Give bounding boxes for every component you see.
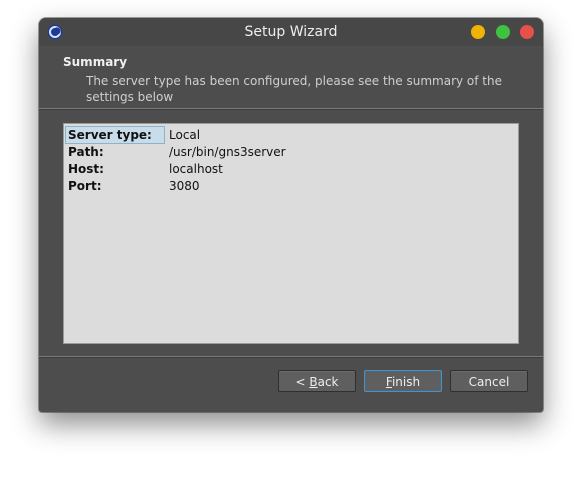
summary-value: 3080	[169, 179, 200, 193]
summary-value: localhost	[169, 162, 223, 176]
page-title: Summary	[63, 55, 128, 69]
back-mnemonic: B	[309, 375, 318, 389]
cancel-button[interactable]: Cancel	[450, 370, 528, 392]
title-bar[interactable]: Setup Wizard	[39, 18, 543, 46]
summary-value: /usr/bin/gns3server	[169, 145, 286, 159]
back-prefix: <	[295, 375, 310, 389]
summary-key: Host:	[68, 162, 104, 176]
summary-key: Server type:	[65, 126, 165, 144]
summary-row-host[interactable]: Host: localhost	[64, 161, 518, 178]
summary-key: Port:	[68, 179, 102, 193]
summary-row-server-type[interactable]: Server type: Local	[64, 126, 518, 144]
summary-table[interactable]: Server type: Local Path: /usr/bin/gns3se…	[63, 123, 519, 344]
footer-separator	[39, 356, 543, 358]
back-button[interactable]: < Back	[278, 370, 356, 392]
finish-button[interactable]: Finish	[364, 370, 442, 392]
window-title: Setup Wizard	[244, 24, 338, 40]
summary-value: Local	[169, 128, 201, 142]
back-label-rest: ack	[317, 375, 339, 389]
maximize-button[interactable]	[496, 25, 510, 39]
setup-wizard-window: Setup Wizard Summary The server type has…	[39, 18, 543, 412]
summary-row-path[interactable]: Path: /usr/bin/gns3server	[64, 144, 518, 161]
minimize-button[interactable]	[471, 25, 485, 39]
page-subtitle: The server type has been configured, ple…	[86, 74, 502, 104]
finish-label-rest: inish	[391, 375, 421, 389]
close-button[interactable]	[520, 25, 534, 39]
wizard-page-header: Summary The server type has been configu…	[39, 46, 543, 108]
header-separator	[39, 108, 543, 110]
summary-row-port[interactable]: Port: 3080	[64, 178, 518, 195]
summary-key: Path:	[68, 145, 104, 159]
